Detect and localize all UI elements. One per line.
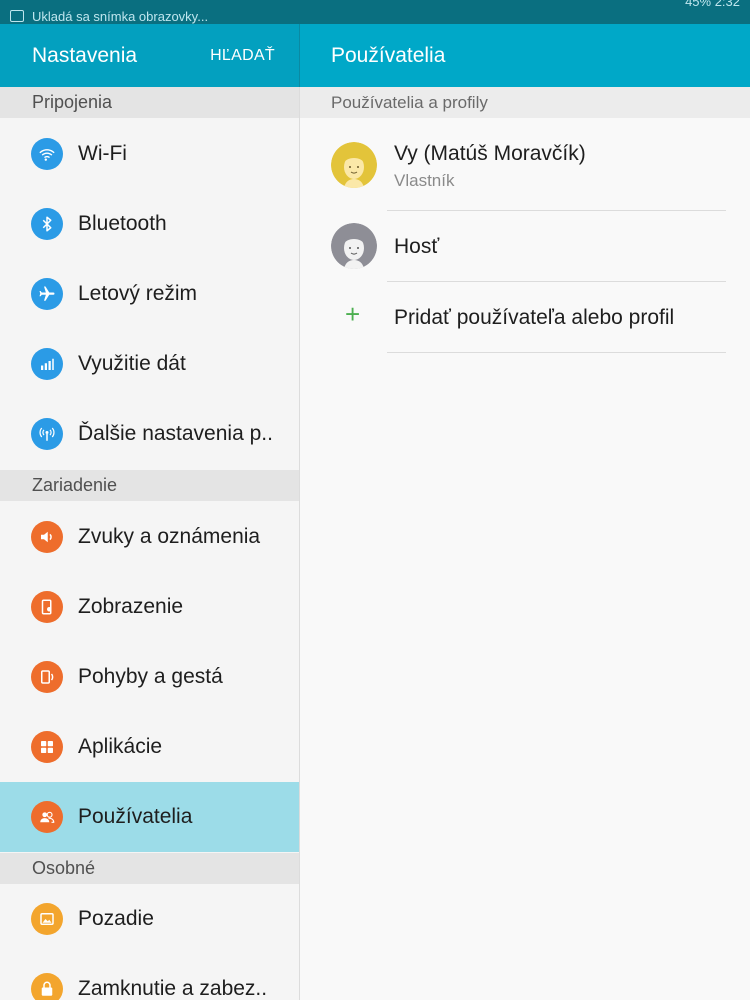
sidebar-item-label: Používatelia [78,805,193,828]
add-user-button[interactable]: + Pridať používateľa alebo profil [300,282,750,352]
sidebar-item-label: Bluetooth [78,212,167,235]
sidebar-item-label: Ďalšie nastavenia p.. [78,422,273,445]
wifi-icon [31,138,63,170]
sidebar-item-more-connections[interactable]: Ďalšie nastavenia p.. [0,399,299,469]
sidebar-item-display[interactable]: Zobrazenie [0,572,299,642]
motion-icon [31,661,63,693]
status-bar: Ukladá sa snímka obrazovky... 45% 2:32 [0,0,750,24]
airplane-icon [31,278,63,310]
status-right: 45% 2:32 [685,0,740,9]
sidebar-item-data-usage[interactable]: Využitie dát [0,329,299,399]
divider [387,352,726,353]
sidebar-item-airplane-mode[interactable]: Letový režim [0,259,299,329]
detail-header: Používatelia [300,24,750,87]
owner-name: Vy (Matúš Moravčík) [394,142,586,165]
bluetooth-icon [31,208,63,240]
sidebar-item-label: Zvuky a oznámenia [78,525,261,548]
screenshot-notification-icon [10,10,24,22]
sidebar-item-apps[interactable]: Aplikácie [0,712,299,782]
section-header-device: Zariadenie [0,470,299,501]
add-user-label: Pridať používateľa alebo profil [394,306,675,329]
sidebar-item-label: Wi-Fi [78,142,127,165]
lock-icon [31,973,63,1000]
header-title: Nastavenia [32,44,138,67]
user-row-guest[interactable]: Hosť [300,211,750,281]
sidebar-item-wallpaper[interactable]: Pozadie [0,884,299,954]
users-detail-panel: Používatelia a profily Vy (Matúš Moravčí… [300,87,750,1000]
apps-icon [31,731,63,763]
section-header-users-profiles: Používatelia a profily [300,87,750,118]
sidebar-item-label: Aplikácie [78,735,163,758]
guest-name: Hosť [394,235,440,258]
sidebar-item-label: Využitie dát [78,352,186,375]
sidebar-item-wifi[interactable]: Wi-Fi [0,119,299,189]
owner-role: Vlastník [394,171,455,190]
sidebar-item-label: Zobrazenie [78,595,184,618]
section-header-connections: Pripojenia [0,87,299,118]
guest-avatar-icon [331,223,377,269]
display-icon [31,591,63,623]
section-header-personal: Osobné [0,853,299,884]
settings-sidebar[interactable]: Pripojenia Wi-Fi Bluetooth Letový režim … [0,87,299,1000]
sound-icon [31,521,63,553]
owner-avatar-icon [331,142,377,188]
sidebar-item-label: Zamknutie a zabez.. [78,977,268,1000]
sidebar-item-label: Pohyby a gestá [78,665,223,688]
users-icon [31,801,63,833]
sidebar-item-users[interactable]: Používatelia [0,782,299,852]
detail-title: Používatelia [331,44,446,67]
data-usage-icon [31,348,63,380]
notification-text: Ukladá sa snímka obrazovky... [32,9,209,24]
plus-icon: + [345,299,361,329]
user-row-owner[interactable]: Vy (Matúš Moravčík) Vlastník [300,119,750,210]
sidebar-item-label: Pozadie [78,907,154,930]
settings-header: Nastavenia HĽADAŤ [0,24,299,87]
wallpaper-icon [31,903,63,935]
sidebar-item-lock-security[interactable]: Zamknutie a zabez.. [0,954,299,1000]
sidebar-item-motions[interactable]: Pohyby a gestá [0,642,299,712]
more-connections-icon [31,418,63,450]
sidebar-item-bluetooth[interactable]: Bluetooth [0,189,299,259]
search-button[interactable]: HĽADAŤ [210,47,275,65]
sidebar-item-label: Letový režim [78,282,198,305]
sidebar-item-sounds[interactable]: Zvuky a oznámenia [0,502,299,572]
